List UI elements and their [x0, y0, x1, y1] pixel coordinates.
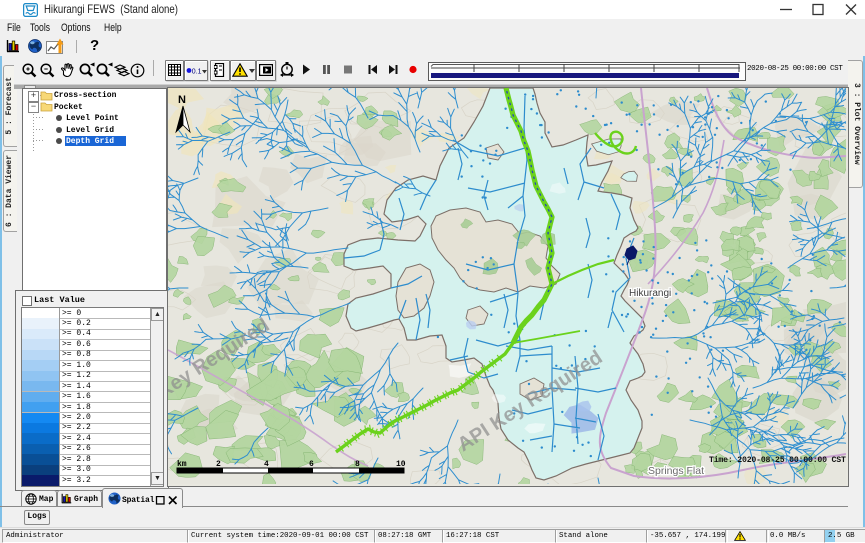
svg-text:N: N [178, 94, 186, 106]
svg-text:Springs Flat: Springs Flat [648, 465, 704, 477]
svg-text:0.1: 0.1 [192, 69, 202, 75]
svg-text:Hikurangi: Hikurangi [629, 288, 671, 299]
svg-text:Time: 2020-08-25 00:00:00 CST: Time: 2020-08-25 00:00:00 CST [709, 455, 846, 465]
